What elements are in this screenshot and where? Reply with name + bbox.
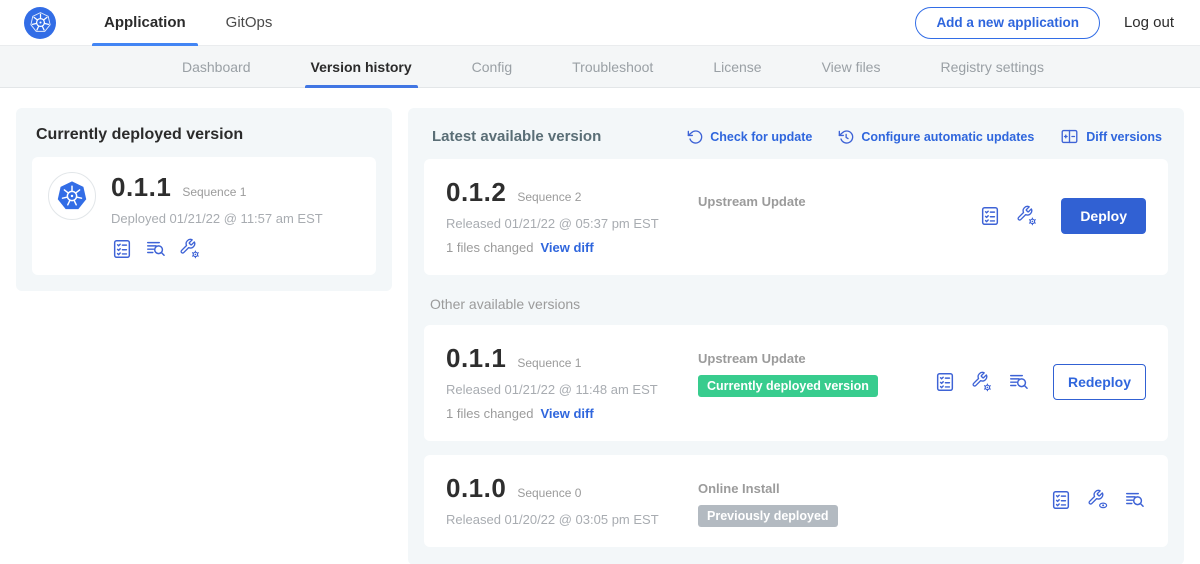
subnav-tab-label: View files: [822, 59, 881, 75]
subnav-tab-label: Dashboard: [182, 59, 251, 75]
view-logs-icon[interactable]: [1124, 489, 1146, 511]
edit-config-icon[interactable]: [179, 238, 201, 260]
check-for-update-icon: [687, 129, 703, 145]
version-row: 0.1.1 Sequence 1 Released 01/21/22 @ 11:…: [424, 325, 1168, 441]
panel-actions: Check for update Configure automatic upd…: [687, 127, 1162, 146]
configure-automatic-updates-link[interactable]: Configure automatic updates: [838, 129, 1034, 145]
released-timestamp: Released 01/21/22 @ 11:48 am EST: [446, 382, 698, 397]
version-status: Upstream Update Currently deployed versi…: [698, 343, 934, 397]
version-source-label: Upstream Update: [698, 194, 979, 209]
edit-config-icon[interactable]: [1016, 205, 1038, 227]
subnav-tab-label: Config: [472, 59, 512, 75]
version-source-label: Online Install: [698, 481, 1050, 496]
currently-deployed-card: Currently deployed version 0.1.1 Sequenc…: [16, 108, 392, 291]
currently-deployed-badge: Currently deployed version: [698, 375, 878, 397]
released-timestamp: Released 01/20/22 @ 03:05 pm EST: [446, 512, 698, 527]
deployed-version-card: 0.1.1 Sequence 1 Deployed 01/21/22 @ 11:…: [32, 157, 376, 275]
version-source-label: Upstream Update: [698, 351, 934, 366]
subnav-tab-license[interactable]: License: [683, 46, 791, 87]
version-info: 0.1.0 Sequence 0 Released 01/20/22 @ 03:…: [446, 473, 698, 527]
currently-deployed-title: Currently deployed version: [32, 124, 376, 157]
deployed-timestamp: Deployed 01/21/22 @ 11:57 am EST: [111, 211, 323, 226]
release-notes-icon[interactable]: [934, 371, 956, 393]
release-notes-icon[interactable]: [111, 238, 133, 260]
subnav-tab-label: Troubleshoot: [572, 59, 653, 75]
main-content: Currently deployed version 0.1.1 Sequenc…: [0, 88, 1200, 564]
other-versions-label: Other available versions: [430, 296, 1162, 312]
logout-button[interactable]: Log out: [1124, 14, 1174, 31]
edit-config-icon[interactable]: [971, 371, 993, 393]
deployed-version-info: 0.1.1 Sequence 1 Deployed 01/21/22 @ 11:…: [111, 172, 323, 260]
release-notes-icon[interactable]: [1050, 489, 1072, 511]
view-logs-icon[interactable]: [145, 238, 167, 260]
version-actions: [1050, 489, 1146, 511]
add-application-button[interactable]: Add a new application: [915, 7, 1100, 39]
subnav-tab-label: Version history: [311, 59, 412, 75]
subnav-tab-view-files[interactable]: View files: [792, 46, 911, 87]
tab-gitops-label: GitOps: [226, 14, 273, 31]
sequence-label: Sequence 0: [517, 486, 581, 500]
subnav-tab-registry-settings[interactable]: Registry settings: [910, 46, 1073, 87]
kubernetes-logo: [24, 7, 56, 39]
redeploy-button[interactable]: Redeploy: [1053, 364, 1146, 400]
version-history-panel: Latest available version Check for updat…: [408, 108, 1184, 564]
subnav-tab-label: Registry settings: [940, 59, 1043, 75]
version-status: Online Install Previously deployed: [698, 473, 1050, 527]
version-status: Upstream Update: [698, 177, 979, 209]
latest-available-title: Latest available version: [432, 128, 601, 145]
version-row: 0.1.2 Sequence 2 Released 01/21/22 @ 05:…: [424, 159, 1168, 275]
header-actions: Add a new application Log out: [915, 7, 1174, 39]
view-diff-link[interactable]: View diff: [540, 240, 593, 255]
released-timestamp: Released 01/21/22 @ 05:37 pm EST: [446, 216, 698, 231]
app-logo: [48, 172, 96, 220]
tab-application[interactable]: Application: [84, 0, 206, 46]
subnav-tab-version-history[interactable]: Version history: [281, 46, 442, 87]
sequence-label: Sequence 2: [517, 190, 581, 204]
app-subnav: Dashboard Version history Config Trouble…: [0, 46, 1200, 88]
subnav-tab-troubleshoot[interactable]: Troubleshoot: [542, 46, 683, 87]
tab-application-label: Application: [104, 14, 186, 31]
tab-gitops[interactable]: GitOps: [206, 0, 293, 46]
version-row: 0.1.0 Sequence 0 Released 01/20/22 @ 03:…: [424, 455, 1168, 547]
deploy-button[interactable]: Deploy: [1061, 198, 1146, 234]
diff-versions-label: Diff versions: [1086, 130, 1162, 144]
deployed-version-number: 0.1.1: [111, 172, 171, 203]
version-number: 0.1.1: [446, 343, 506, 374]
version-actions: Deploy: [979, 198, 1146, 234]
files-changed-label: 1 files changed: [446, 406, 533, 421]
view-config-icon[interactable]: [1087, 489, 1109, 511]
subnav-tab-dashboard[interactable]: Dashboard: [152, 46, 281, 87]
subnav-tab-config[interactable]: Config: [442, 46, 542, 87]
version-info: 0.1.1 Sequence 1 Released 01/21/22 @ 11:…: [446, 343, 698, 421]
sequence-label: Sequence 1: [517, 356, 581, 370]
previously-deployed-badge: Previously deployed: [698, 505, 838, 527]
header-tabs: Application GitOps: [84, 0, 292, 46]
check-for-update-link[interactable]: Check for update: [687, 129, 812, 145]
top-header: Application GitOps Add a new application…: [0, 0, 1200, 46]
panel-header: Latest available version Check for updat…: [424, 123, 1168, 159]
check-for-update-label: Check for update: [710, 130, 812, 144]
diff-versions-icon: [1060, 127, 1079, 146]
version-number: 0.1.2: [446, 177, 506, 208]
version-actions: Redeploy: [934, 364, 1146, 400]
release-notes-icon[interactable]: [979, 205, 1001, 227]
deployed-sequence-label: Sequence 1: [182, 185, 246, 199]
subnav-tab-label: License: [713, 59, 761, 75]
diff-versions-link[interactable]: Diff versions: [1060, 127, 1162, 146]
view-diff-link[interactable]: View diff: [540, 406, 593, 421]
configure-automatic-updates-label: Configure automatic updates: [861, 130, 1034, 144]
version-number: 0.1.0: [446, 473, 506, 504]
version-info: 0.1.2 Sequence 2 Released 01/21/22 @ 05:…: [446, 177, 698, 255]
files-changed-label: 1 files changed: [446, 240, 533, 255]
view-logs-icon[interactable]: [1008, 371, 1030, 393]
automatic-updates-icon: [838, 129, 854, 145]
